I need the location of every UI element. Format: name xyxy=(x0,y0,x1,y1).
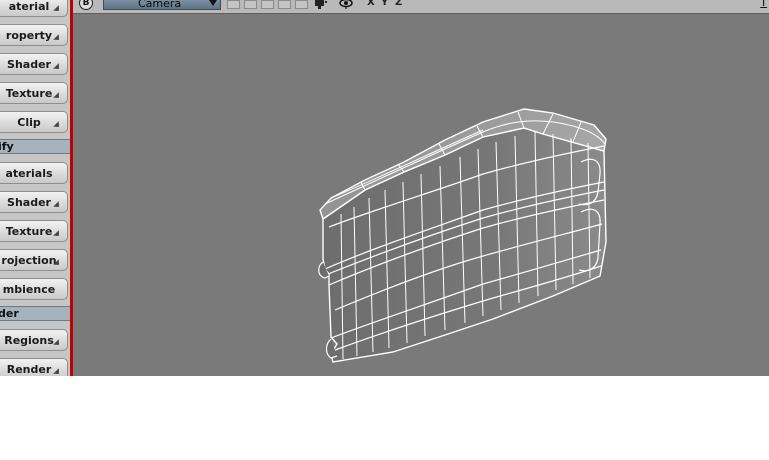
toolbar-toggle-5[interactable] xyxy=(295,0,308,9)
dropdown-corner-icon xyxy=(53,34,59,40)
axis-x-toggle[interactable]: X xyxy=(367,0,375,8)
shader-button-label: Shader xyxy=(7,57,51,71)
softimage-window: aterial roperty Shader Texture Clip ify … xyxy=(0,0,769,376)
regions-button-label: Regions xyxy=(4,333,54,347)
texture-button-label: Texture xyxy=(5,224,53,238)
material-button[interactable]: aterial xyxy=(0,0,68,17)
projection-button-label: rojection xyxy=(1,253,57,267)
toolbar-right-label[interactable]: T xyxy=(760,0,767,9)
cake-slice-mesh xyxy=(318,108,607,363)
material-button-label: aterial xyxy=(8,0,50,13)
render-button-label: Render xyxy=(6,362,52,376)
dropdown-corner-icon xyxy=(53,5,59,11)
clip-button[interactable]: Clip xyxy=(0,111,68,133)
display-icon[interactable] xyxy=(313,0,329,11)
viewport-toolbar: B Camera X Y Z T xyxy=(73,0,769,14)
dropdown-corner-icon xyxy=(53,201,59,207)
render-button[interactable]: Render xyxy=(0,358,68,376)
left-command-panel: aterial roperty Shader Texture Clip ify … xyxy=(0,0,70,376)
section-header-modify[interactable]: ify xyxy=(0,139,70,154)
dropdown-corner-icon xyxy=(53,259,59,265)
ambience-button[interactable]: mbience xyxy=(0,278,68,300)
eye-icon[interactable] xyxy=(338,0,354,11)
section-header-label: ify xyxy=(0,140,14,153)
dropdown-corner-icon xyxy=(53,230,59,236)
regions-button[interactable]: Regions xyxy=(0,329,68,351)
toolbar-toggle-1[interactable] xyxy=(227,0,240,9)
section-header-render[interactable]: der xyxy=(0,306,70,321)
camera-dropdown[interactable]: Camera xyxy=(103,0,221,10)
projection-button[interactable]: rojection xyxy=(0,249,68,271)
camera-dropdown-label: Camera xyxy=(138,0,182,10)
viewport-letter-button[interactable]: B xyxy=(79,0,93,10)
triangle-down-icon xyxy=(209,0,217,6)
axis-z-toggle[interactable]: Z xyxy=(395,0,402,8)
toolbar-toggle-3[interactable] xyxy=(261,0,274,9)
texture-button-2[interactable]: Texture xyxy=(0,220,68,242)
dropdown-corner-icon xyxy=(53,121,59,127)
axis-y-toggle[interactable]: Y xyxy=(381,0,388,8)
dropdown-corner-icon xyxy=(53,339,59,345)
section-header-label: der xyxy=(0,307,19,320)
shader-button[interactable]: Shader xyxy=(0,53,68,75)
dropdown-corner-icon xyxy=(53,63,59,69)
texture-button[interactable]: Texture xyxy=(0,82,68,104)
shader-button-label: Shader xyxy=(7,195,51,209)
ambience-button-label: mbience xyxy=(2,282,56,296)
toolbar-toggle-2[interactable] xyxy=(244,0,257,9)
3d-viewport[interactable] xyxy=(73,14,769,376)
materials-button[interactable]: aterials xyxy=(0,162,68,184)
clip-button-label: Clip xyxy=(17,115,41,129)
shader-button-2[interactable]: Shader xyxy=(0,191,68,213)
dropdown-corner-icon xyxy=(53,92,59,98)
property-button[interactable]: roperty xyxy=(0,24,68,46)
dropdown-corner-icon xyxy=(53,368,59,374)
toolbar-toggle-4[interactable] xyxy=(278,0,291,9)
property-button-label: roperty xyxy=(5,28,53,42)
texture-button-label: Texture xyxy=(5,86,53,100)
materials-button-label: aterials xyxy=(5,166,53,180)
